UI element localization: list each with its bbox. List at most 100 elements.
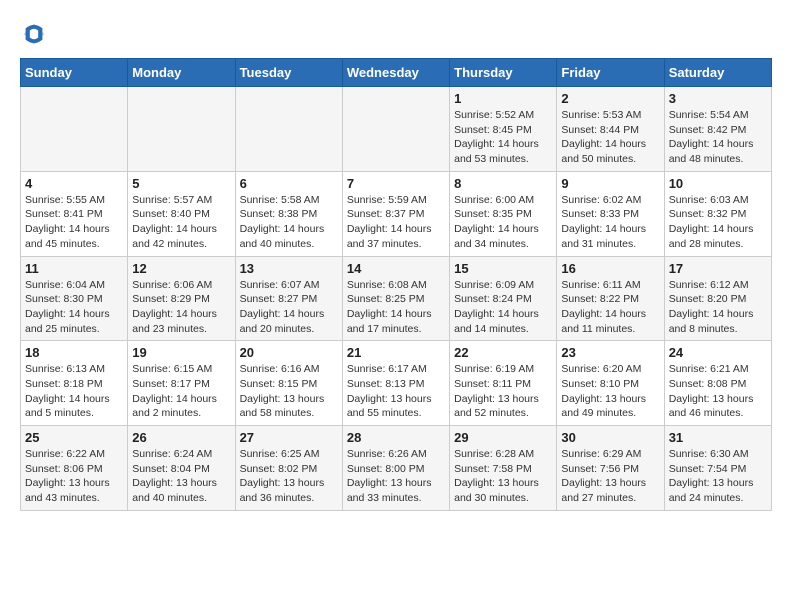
day-number: 13	[240, 261, 338, 276]
day-cell: 12 Sunrise: 6:06 AMSunset: 8:29 PMDayligh…	[128, 256, 235, 341]
day-cell: 22 Sunrise: 6:19 AMSunset: 8:11 PMDayligh…	[450, 341, 557, 426]
day-number: 28	[347, 430, 445, 445]
day-cell	[342, 87, 449, 172]
day-cell: 4Sunrise: 5:55 AMSunset: 8:41 PMDaylight…	[21, 171, 128, 256]
day-number: 23	[561, 345, 659, 360]
day-cell: 30Sunrise: 6:29 AMSunset: 7:56 PMDayligh…	[557, 426, 664, 511]
header-tuesday: Tuesday	[235, 59, 342, 87]
day-number: 19	[132, 345, 230, 360]
week-row-4: 18 Sunrise: 6:13 AMSunset: 8:18 PMDayligh…	[21, 341, 772, 426]
page-header	[20, 20, 772, 48]
day-number: 14	[347, 261, 445, 276]
day-number: 9	[561, 176, 659, 191]
day-number: 1	[454, 91, 552, 106]
day-number: 29	[454, 430, 552, 445]
day-cell: 24 Sunrise: 6:21 AMSunset: 8:08 PMDayligh…	[664, 341, 771, 426]
day-cell: 17 Sunrise: 6:12 AMSunset: 8:20 PMDayligh…	[664, 256, 771, 341]
day-info: Sunrise: 6:30 AMSunset: 7:54 PMDaylight:…	[669, 447, 767, 506]
day-cell: 9 Sunrise: 6:02 AMSunset: 8:33 PMDaylight…	[557, 171, 664, 256]
day-cell: 18 Sunrise: 6:13 AMSunset: 8:18 PMDayligh…	[21, 341, 128, 426]
day-number: 16	[561, 261, 659, 276]
header-thursday: Thursday	[450, 59, 557, 87]
day-number: 7	[347, 176, 445, 191]
day-info: Sunrise: 6:00 AMSunset: 8:35 PMDaylight:…	[454, 193, 552, 252]
day-number: 24	[669, 345, 767, 360]
day-info: Sunrise: 6:16 AMSunset: 8:15 PMDaylight:…	[240, 362, 338, 421]
day-cell: 1 Sunrise: 5:52 AMSunset: 8:45 PMDaylight…	[450, 87, 557, 172]
header-saturday: Saturday	[664, 59, 771, 87]
day-cell: 3 Sunrise: 5:54 AMSunset: 8:42 PMDaylight…	[664, 87, 771, 172]
day-cell: 16Sunrise: 6:11 AMSunset: 8:22 PMDayligh…	[557, 256, 664, 341]
day-cell: 27 Sunrise: 6:25 AMSunset: 8:02 PMDayligh…	[235, 426, 342, 511]
day-info: Sunrise: 6:19 AMSunset: 8:11 PMDaylight:…	[454, 362, 552, 421]
calendar-table: SundayMondayTuesdayWednesdayThursdayFrid…	[20, 58, 772, 511]
week-row-2: 4Sunrise: 5:55 AMSunset: 8:41 PMDaylight…	[21, 171, 772, 256]
day-info: Sunrise: 6:06 AMSunset: 8:29 PMDaylight:…	[132, 278, 230, 337]
day-cell	[235, 87, 342, 172]
day-cell: 31Sunrise: 6:30 AMSunset: 7:54 PMDayligh…	[664, 426, 771, 511]
day-number: 12	[132, 261, 230, 276]
day-info: Sunrise: 5:53 AMSunset: 8:44 PMDaylight:…	[561, 108, 659, 167]
day-info: Sunrise: 6:09 AMSunset: 8:24 PMDaylight:…	[454, 278, 552, 337]
day-cell: 10 Sunrise: 6:03 AMSunset: 8:32 PMDayligh…	[664, 171, 771, 256]
day-info: Sunrise: 5:52 AMSunset: 8:45 PMDaylight:…	[454, 108, 552, 167]
day-info: Sunrise: 6:03 AMSunset: 8:32 PMDaylight:…	[669, 193, 767, 252]
day-cell: 2 Sunrise: 5:53 AMSunset: 8:44 PMDaylight…	[557, 87, 664, 172]
day-info: Sunrise: 6:04 AMSunset: 8:30 PMDaylight:…	[25, 278, 123, 337]
header-monday: Monday	[128, 59, 235, 87]
day-info: Sunrise: 6:02 AMSunset: 8:33 PMDaylight:…	[561, 193, 659, 252]
day-info: Sunrise: 6:25 AMSunset: 8:02 PMDaylight:…	[240, 447, 338, 506]
day-info: Sunrise: 6:22 AMSunset: 8:06 PMDaylight:…	[25, 447, 123, 506]
day-number: 18	[25, 345, 123, 360]
day-cell	[128, 87, 235, 172]
day-info: Sunrise: 6:21 AMSunset: 8:08 PMDaylight:…	[669, 362, 767, 421]
day-number: 3	[669, 91, 767, 106]
day-number: 25	[25, 430, 123, 445]
day-cell: 26 Sunrise: 6:24 AMSunset: 8:04 PMDayligh…	[128, 426, 235, 511]
day-info: Sunrise: 6:26 AMSunset: 8:00 PMDaylight:…	[347, 447, 445, 506]
day-info: Sunrise: 6:13 AMSunset: 8:18 PMDaylight:…	[25, 362, 123, 421]
day-number: 30	[561, 430, 659, 445]
week-row-3: 11Sunrise: 6:04 AMSunset: 8:30 PMDayligh…	[21, 256, 772, 341]
day-cell: 5Sunrise: 5:57 AMSunset: 8:40 PMDaylight…	[128, 171, 235, 256]
day-info: Sunrise: 6:08 AMSunset: 8:25 PMDaylight:…	[347, 278, 445, 337]
day-number: 2	[561, 91, 659, 106]
day-cell: 23 Sunrise: 6:20 AMSunset: 8:10 PMDayligh…	[557, 341, 664, 426]
day-number: 27	[240, 430, 338, 445]
day-number: 10	[669, 176, 767, 191]
day-cell	[21, 87, 128, 172]
day-cell: 29 Sunrise: 6:28 AMSunset: 7:58 PMDayligh…	[450, 426, 557, 511]
day-info: Sunrise: 6:28 AMSunset: 7:58 PMDaylight:…	[454, 447, 552, 506]
day-info: Sunrise: 5:54 AMSunset: 8:42 PMDaylight:…	[669, 108, 767, 167]
day-cell: 7Sunrise: 5:59 AMSunset: 8:37 PMDaylight…	[342, 171, 449, 256]
day-cell: 21 Sunrise: 6:17 AMSunset: 8:13 PMDayligh…	[342, 341, 449, 426]
day-number: 17	[669, 261, 767, 276]
day-info: Sunrise: 6:24 AMSunset: 8:04 PMDaylight:…	[132, 447, 230, 506]
day-number: 15	[454, 261, 552, 276]
day-info: Sunrise: 5:58 AMSunset: 8:38 PMDaylight:…	[240, 193, 338, 252]
day-info: Sunrise: 6:12 AMSunset: 8:20 PMDaylight:…	[669, 278, 767, 337]
day-number: 21	[347, 345, 445, 360]
day-cell: 25 Sunrise: 6:22 AMSunset: 8:06 PMDayligh…	[21, 426, 128, 511]
week-row-5: 25 Sunrise: 6:22 AMSunset: 8:06 PMDayligh…	[21, 426, 772, 511]
day-cell: 13 Sunrise: 6:07 AMSunset: 8:27 PMDayligh…	[235, 256, 342, 341]
day-cell: 19 Sunrise: 6:15 AMSunset: 8:17 PMDayligh…	[128, 341, 235, 426]
day-info: Sunrise: 6:17 AMSunset: 8:13 PMDaylight:…	[347, 362, 445, 421]
day-number: 6	[240, 176, 338, 191]
week-row-1: 1 Sunrise: 5:52 AMSunset: 8:45 PMDaylight…	[21, 87, 772, 172]
day-info: Sunrise: 6:07 AMSunset: 8:27 PMDaylight:…	[240, 278, 338, 337]
logo-icon	[20, 20, 48, 48]
day-number: 8	[454, 176, 552, 191]
day-number: 22	[454, 345, 552, 360]
day-cell: 6 Sunrise: 5:58 AMSunset: 8:38 PMDaylight…	[235, 171, 342, 256]
day-cell: 15 Sunrise: 6:09 AMSunset: 8:24 PMDayligh…	[450, 256, 557, 341]
day-info: Sunrise: 6:15 AMSunset: 8:17 PMDaylight:…	[132, 362, 230, 421]
day-number: 26	[132, 430, 230, 445]
day-number: 5	[132, 176, 230, 191]
day-info: Sunrise: 6:20 AMSunset: 8:10 PMDaylight:…	[561, 362, 659, 421]
header-wednesday: Wednesday	[342, 59, 449, 87]
header-sunday: Sunday	[21, 59, 128, 87]
logo	[20, 20, 52, 48]
day-number: 20	[240, 345, 338, 360]
day-cell: 28 Sunrise: 6:26 AMSunset: 8:00 PMDayligh…	[342, 426, 449, 511]
